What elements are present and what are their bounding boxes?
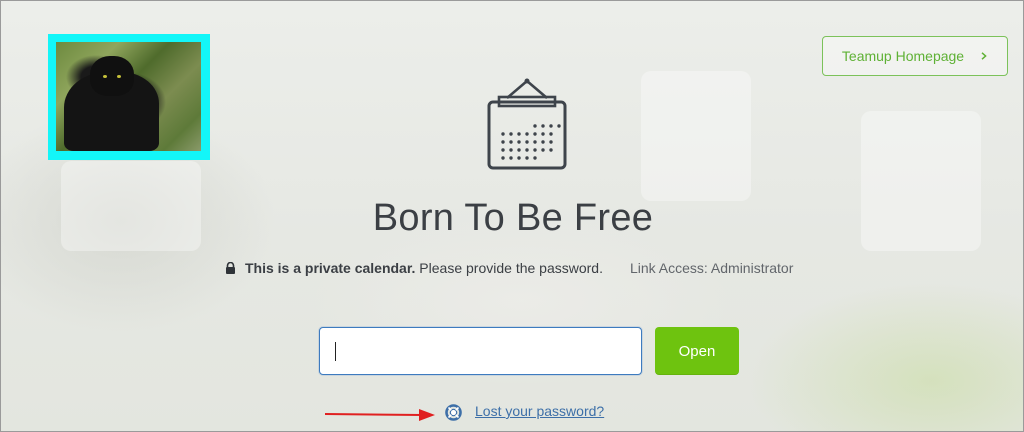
calendar-logo <box>48 34 210 160</box>
lost-password-link[interactable]: Lost your password? <box>475 403 604 419</box>
panther-head <box>90 56 134 96</box>
red-arrow-annotation-icon <box>324 409 435 421</box>
teamup-homepage-button[interactable]: Teamup Homepage <box>822 36 1008 76</box>
panther-eye <box>117 75 121 78</box>
open-button[interactable]: Open <box>655 327 739 375</box>
private-notice-text: Please provide the password. <box>415 260 603 276</box>
lifebuoy-icon <box>445 404 462 421</box>
homepage-button-label: Teamup Homepage <box>841 48 965 64</box>
private-calendar-notice: This is a private calendar. Please provi… <box>225 259 793 277</box>
chevron-right-icon <box>981 52 987 60</box>
text-caret <box>335 342 336 361</box>
link-access-label: Link Access: Administrator <box>629 260 794 276</box>
private-notice-bold: This is a private calendar. <box>245 260 416 276</box>
calendar-login-page: Teamup Homepage Born To Be Free This is … <box>0 0 1024 432</box>
panther-eye <box>103 75 107 78</box>
panther-photo-icon <box>56 42 201 151</box>
calendar-icon <box>487 78 567 170</box>
background-blur <box>641 71 751 201</box>
password-input[interactable] <box>319 327 642 375</box>
calendar-title: Born To Be Free <box>372 197 654 239</box>
lock-icon <box>226 262 235 274</box>
